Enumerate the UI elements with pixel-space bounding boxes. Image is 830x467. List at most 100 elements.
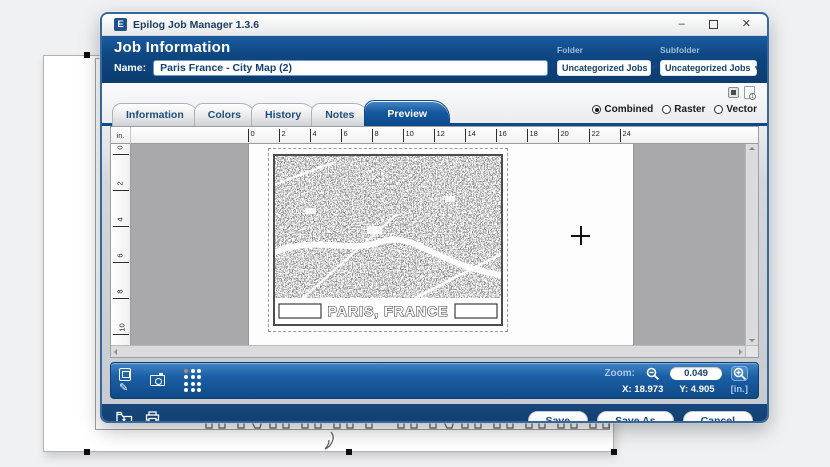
job-name-input[interactable]: [153, 60, 548, 76]
dot-grid-icon[interactable]: [184, 369, 201, 393]
x-coordinate-readout: X: 18.973: [622, 384, 663, 395]
camera-icon[interactable]: [150, 375, 165, 386]
radio-raster[interactable]: Raster: [662, 104, 705, 115]
units-readout: [in.]: [731, 384, 748, 395]
v-ruler-tick-label: 10: [118, 323, 127, 331]
h-ruler-tick: 14: [465, 129, 466, 142]
job-information-header: Job Information Folder Subfolder Name: U…: [102, 36, 767, 83]
tab-notes[interactable]: Notes: [311, 103, 370, 126]
v-ruler-tick-label: 4: [116, 217, 125, 221]
square-toggle-icon[interactable]: [728, 87, 739, 98]
footer-buttons: Save Save As Cancel: [528, 411, 753, 423]
h-ruler-tick: 12: [434, 129, 435, 142]
status-toolbar: ✎ Zoom: 0.049: [110, 362, 759, 399]
minimize-icon[interactable]: –: [679, 19, 685, 30]
folder-label: Folder: [557, 45, 651, 57]
folder-select[interactable]: Uncategorized Jobs ▼: [557, 60, 651, 76]
v-ruler-tick: 10: [113, 334, 129, 335]
selection-handle[interactable]: [346, 449, 352, 455]
cancel-button[interactable]: Cancel: [683, 411, 753, 423]
selection-handle[interactable]: [84, 449, 90, 455]
ruler-unit-label: in.: [111, 127, 131, 144]
h-ruler-tick: 4: [310, 129, 311, 142]
radio-vector[interactable]: Vector: [714, 104, 757, 115]
view-mode-radios: Combined Raster Vector: [592, 104, 757, 115]
tab-information[interactable]: Information: [112, 103, 200, 126]
chevron-down-icon: ▼: [651, 65, 657, 72]
tab-label: History: [265, 109, 301, 121]
scroll-up-icon[interactable]: [749, 147, 755, 150]
maximize-icon[interactable]: [709, 20, 718, 29]
tab-history[interactable]: History: [251, 103, 317, 126]
tab-preview[interactable]: Preview: [364, 100, 450, 126]
radio-label: Raster: [674, 104, 705, 115]
scroll-right-icon[interactable]: [739, 349, 742, 355]
h-ruler-tick-label: 24: [623, 129, 631, 138]
selection-handle[interactable]: [611, 449, 617, 455]
h-ruler-tick-label: 14: [468, 129, 476, 138]
page-title: Job Information: [114, 39, 548, 56]
v-ruler-tick: 8: [113, 298, 129, 299]
h-ruler-tick-label: 6: [344, 129, 348, 138]
pencil-icon[interactable]: ✎: [119, 383, 131, 394]
page-info-icon[interactable]: 1: [744, 86, 755, 99]
subfolder-select[interactable]: Uncategorized Jobs ▼: [660, 60, 757, 76]
h-ruler-tick: 20: [558, 129, 559, 142]
tab-bar: Information Colors History Notes Preview: [112, 100, 444, 126]
artwork-title-band: PARIS, FRANCE: [275, 298, 501, 324]
zoom-out-icon[interactable]: [644, 366, 661, 381]
close-icon[interactable]: ✕: [742, 19, 751, 30]
chevron-down-icon: ▼: [754, 65, 760, 72]
scroll-left-icon[interactable]: [114, 349, 117, 355]
zoom-value-field[interactable]: 0.049: [670, 367, 722, 380]
v-ruler-tick: 4: [113, 226, 129, 227]
selection-handle[interactable]: [84, 52, 90, 58]
radio-circle-icon: [592, 105, 601, 114]
tab-colors[interactable]: Colors: [194, 103, 257, 126]
v-ruler-tick-label: 2: [116, 181, 125, 185]
radio-combined[interactable]: Combined: [592, 104, 653, 115]
tab-label: Preview: [387, 108, 427, 120]
v-ruler-tick: 6: [113, 262, 129, 263]
h-ruler-tick: 22: [589, 129, 590, 142]
v-ruler-tick: 0: [113, 154, 129, 155]
y-coordinate-readout: Y: 4.905: [679, 384, 714, 395]
tab-label: Information: [126, 109, 184, 121]
h-ruler-tick-label: 2: [282, 129, 286, 138]
horizontal-scrollbar[interactable]: [111, 345, 745, 357]
subfolder-label: Subfolder: [660, 45, 757, 57]
radio-label: Vector: [726, 104, 757, 115]
tab-strip: Information Colors History Notes Preview 1 C…: [110, 83, 759, 126]
folder-select-value: Uncategorized Jobs: [562, 63, 648, 73]
h-ruler-tick-label: 18: [530, 129, 538, 138]
crosshair-cursor: [571, 226, 590, 245]
h-ruler-tick: 24: [620, 129, 621, 142]
v-ruler-tick-label: 0: [116, 145, 125, 149]
vertical-scrollbar[interactable]: [745, 144, 758, 345]
h-ruler-tick-label: 4: [313, 129, 317, 138]
h-ruler-tick-label: 8: [375, 129, 379, 138]
h-ruler-tick-label: 0: [251, 129, 255, 138]
window-title: Epilog Job Manager 1.3.6: [133, 19, 259, 31]
save-button[interactable]: Save: [528, 411, 589, 423]
print-icon[interactable]: [145, 411, 160, 423]
image-file-icon[interactable]: [119, 368, 131, 381]
background-comma-glyph: [323, 431, 337, 451]
radio-label: Combined: [604, 104, 653, 115]
h-ruler-tick: 10: [403, 129, 404, 142]
save-as-button[interactable]: Save As: [597, 411, 673, 423]
h-ruler-tick-label: 20: [561, 129, 569, 138]
preview-panel: in. 024681012141618202224 0246810: [110, 126, 759, 358]
preview-viewport[interactable]: PARIS, FRANCE: [131, 144, 745, 345]
scrollbar-corner: [745, 345, 758, 357]
h-ruler-tick: 2: [279, 129, 280, 142]
h-ruler-tick-label: 22: [592, 129, 600, 138]
tab-label: Colors: [208, 109, 241, 121]
subfolder-select-value: Uncategorized Jobs: [665, 63, 751, 73]
artwork-title-text: PARIS, FRANCE: [328, 303, 449, 319]
zoom-in-icon[interactable]: [731, 366, 748, 381]
h-ruler-tick-label: 16: [499, 129, 507, 138]
add-to-folder-icon[interactable]: [116, 411, 133, 423]
scroll-down-icon[interactable]: [749, 339, 755, 342]
paris-map-raster: [275, 156, 501, 298]
